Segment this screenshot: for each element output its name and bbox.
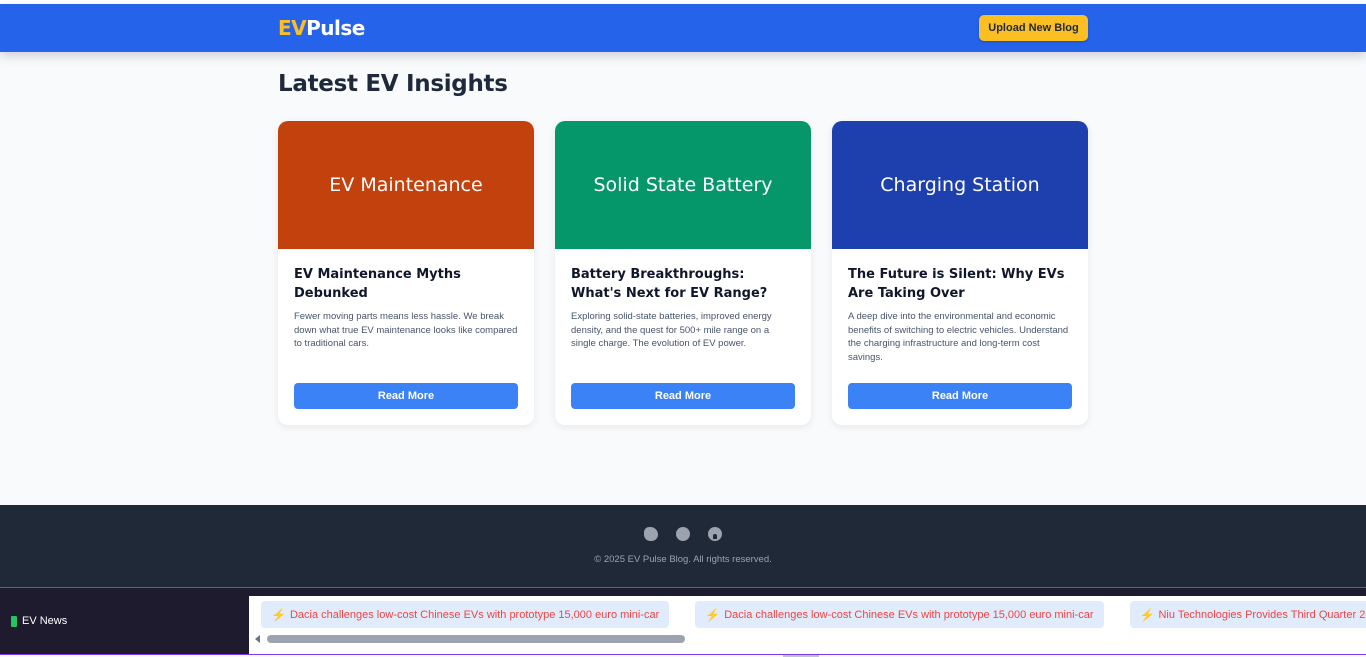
page-title: Latest EV Insights [278, 71, 508, 97]
card-description: Exploring solid-state batteries, improve… [571, 311, 772, 349]
github-icon[interactable] [708, 527, 722, 541]
ticker-track: ⚡ Dacia challenges low-cost Chinese EVs w… [261, 601, 1366, 628]
card-title: The Future is Silent: Why EVs Are Taking… [848, 267, 1065, 301]
read-more-button[interactable]: Read More [571, 383, 795, 409]
scroll-left-arrow-icon[interactable] [255, 635, 260, 643]
read-more-button[interactable]: Read More [294, 383, 518, 409]
news-item[interactable]: ⚡ Dacia challenges low-cost Chinese EVs w… [261, 601, 670, 628]
read-more-button[interactable]: Read More [848, 383, 1072, 409]
social-links [0, 527, 1366, 541]
card-title: Battery Breakthroughs: What's Next for E… [571, 267, 768, 301]
upload-new-blog-button[interactable]: Upload New Blog [979, 15, 1088, 41]
blog-card: Solid State Battery Battery Breakthrough… [555, 121, 811, 425]
horizontal-scrollbar[interactable] [249, 633, 1366, 645]
copyright-text: © 2025 EV Pulse Blog. All rights reserve… [594, 554, 772, 565]
card-image: Charging Station [832, 121, 1088, 249]
site-footer: © 2025 EV Pulse Blog. All rights reserve… [0, 505, 1366, 587]
card-image-text: EV Maintenance [329, 174, 483, 196]
card-body: Battery Breakthroughs: What's Next for E… [555, 249, 811, 351]
blog-card: Charging Station The Future is Silent: W… [832, 121, 1088, 425]
news-item-text: Dacia challenges low-cost Chinese EVs wi… [724, 608, 1094, 621]
card-body: EV Maintenance Myths Debunked Fewer movi… [278, 249, 534, 351]
card-body: The Future is Silent: Why EVs Are Taking… [832, 249, 1088, 364]
card-description: A deep dive into the environmental and e… [848, 311, 1069, 363]
site-logo[interactable]: EVPulse [278, 16, 365, 40]
logo-ev: EV [278, 16, 307, 40]
navbar: EVPulse Upload New Blog [0, 4, 1366, 52]
battery-icon [11, 615, 17, 627]
news-item-text: Niu Technologies Provides Third Quarter … [1158, 608, 1366, 621]
news-item[interactable]: ⚡ Niu Technologies Provides Third Quarter… [1129, 601, 1366, 628]
news-ticker: ⚡ Dacia challenges low-cost Chinese EVs w… [249, 596, 1366, 654]
lightning-icon: ⚡ [271, 607, 286, 622]
circle-icon[interactable] [676, 527, 690, 541]
card-description: Fewer moving parts means less hassle. We… [294, 311, 518, 349]
lightning-icon: ⚡ [705, 607, 721, 622]
news-ticker-bar: EV News ⚡ Dacia challenges low-cost Chine… [0, 587, 1366, 655]
card-image: Solid State Battery [555, 121, 811, 249]
lightning-icon: ⚡ [1139, 607, 1155, 622]
news-label: EV News [11, 615, 67, 627]
twitter-icon[interactable] [644, 527, 658, 541]
card-title: EV Maintenance Myths Debunked [294, 267, 461, 301]
news-item[interactable]: ⚡ Dacia challenges low-cost Chinese EVs w… [695, 601, 1104, 628]
news-item-text: Dacia challenges low-cost Chinese EVs wi… [289, 608, 660, 621]
card-image-text: Solid State Battery [593, 174, 773, 196]
logo-pulse: Pulse [306, 16, 365, 40]
card-image-text: Charging Station [880, 174, 1040, 196]
blog-card: EV Maintenance EV Maintenance Myths Debu… [278, 121, 534, 425]
news-label-text: EV News [22, 615, 68, 627]
scrollbar-thumb[interactable] [267, 635, 685, 643]
card-image: EV Maintenance [278, 121, 534, 249]
